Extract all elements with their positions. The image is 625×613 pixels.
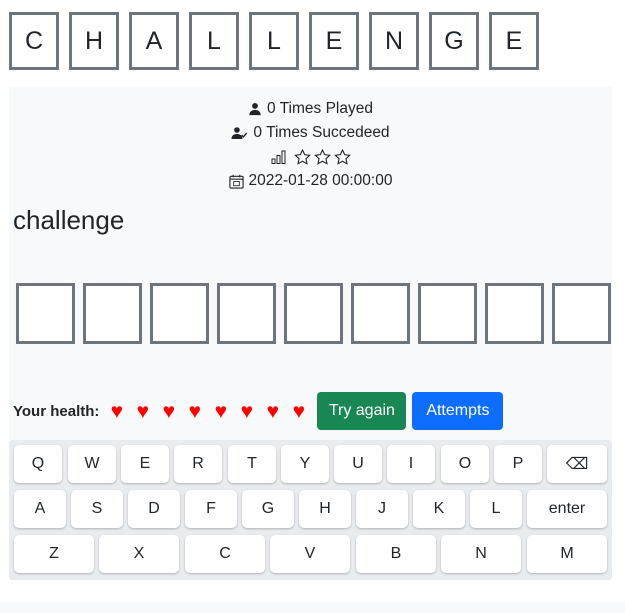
enter-key[interactable]: enter <box>527 490 607 528</box>
guess-slot <box>485 283 544 344</box>
health-row: Your health: ♥ ♥ ♥ ♥ ♥ ♥ ♥ ♥ Try again A… <box>13 392 504 430</box>
title-tile: L <box>249 12 299 70</box>
person-icon <box>248 102 262 116</box>
key-d[interactable]: D <box>128 490 180 528</box>
key-n[interactable]: N <box>441 535 521 573</box>
key-m[interactable]: M <box>527 535 607 573</box>
heart-icon: ♥ <box>292 399 306 423</box>
guess-slot <box>351 283 410 344</box>
guess-slot <box>552 283 611 344</box>
guess-slot <box>150 283 209 344</box>
attempts-button[interactable]: Attempts <box>412 392 504 430</box>
key-k[interactable]: K <box>413 490 465 528</box>
challenge-panel: 0 Times Played 0 Times Succedeed 2022-01… <box>9 87 612 440</box>
heart-icon: ♥ <box>240 399 254 423</box>
key-p[interactable]: P <box>494 445 542 483</box>
key-i[interactable]: I <box>387 445 435 483</box>
difficulty-stars <box>293 149 351 165</box>
difficulty-stat <box>271 145 351 169</box>
title-tiles: C H A L L E N G E <box>9 12 539 70</box>
key-o[interactable]: O <box>441 445 489 483</box>
key-t[interactable]: T <box>228 445 276 483</box>
key-l[interactable]: L <box>470 490 522 528</box>
key-q[interactable]: Q <box>14 445 62 483</box>
key-c[interactable]: C <box>185 535 265 573</box>
guess-slot <box>83 283 142 344</box>
times-played-text: 0 Times Played <box>267 100 373 117</box>
heart-icon: ♥ <box>110 399 124 423</box>
date-stat: 2022-01-28 00:00:00 <box>228 169 393 193</box>
heart-icon: ♥ <box>266 399 280 423</box>
guess-slot <box>217 283 276 344</box>
stats-block: 0 Times Played 0 Times Succedeed 2022-01… <box>9 97 612 193</box>
title-tile: L <box>189 12 239 70</box>
key-z[interactable]: Z <box>14 535 94 573</box>
key-f[interactable]: F <box>185 490 237 528</box>
key-b[interactable]: B <box>356 535 436 573</box>
person-check-icon <box>231 126 248 140</box>
heart-icon: ♥ <box>214 399 228 423</box>
on-screen-keyboard: Q W E R T Y U I O P ⌫ A S D F G H J K L … <box>9 440 612 580</box>
times-played-stat: 0 Times Played <box>248 97 373 121</box>
guess-slot <box>16 283 75 344</box>
key-a[interactable]: A <box>14 490 66 528</box>
key-h[interactable]: H <box>299 490 351 528</box>
key-r[interactable]: R <box>174 445 222 483</box>
key-e[interactable]: E <box>121 445 169 483</box>
guess-slot <box>284 283 343 344</box>
heart-icon: ♥ <box>136 399 150 423</box>
key-y[interactable]: Y <box>281 445 329 483</box>
footer-strip <box>0 602 625 613</box>
challenge-word: challenge <box>13 205 125 235</box>
key-j[interactable]: J <box>356 490 408 528</box>
calendar-icon <box>228 174 244 189</box>
key-s[interactable]: S <box>71 490 123 528</box>
title-tile: E <box>489 12 539 70</box>
star-icon <box>333 149 351 165</box>
times-succeeded-text: 0 Times Succedeed <box>253 124 390 141</box>
times-succeeded-stat: 0 Times Succedeed <box>231 121 390 145</box>
key-w[interactable]: W <box>68 445 116 483</box>
title-tile: C <box>9 12 59 70</box>
heart-icon: ♥ <box>188 399 202 423</box>
key-u[interactable]: U <box>334 445 382 483</box>
health-hearts: ♥ ♥ ♥ ♥ ♥ ♥ ♥ ♥ <box>107 401 308 422</box>
star-icon <box>293 149 311 165</box>
key-v[interactable]: V <box>270 535 350 573</box>
heart-icon: ♥ <box>162 399 176 423</box>
key-g[interactable]: G <box>242 490 294 528</box>
signal-bars-icon <box>271 150 287 164</box>
title-tile: G <box>429 12 479 70</box>
title-tile: N <box>369 12 419 70</box>
try-again-button[interactable]: Try again <box>317 392 407 430</box>
title-tile: E <box>309 12 359 70</box>
guess-row <box>16 283 611 344</box>
guess-slot <box>418 283 477 344</box>
backspace-key[interactable]: ⌫ <box>547 445 607 483</box>
date-text: 2022-01-28 00:00:00 <box>248 172 393 189</box>
key-x[interactable]: X <box>99 535 179 573</box>
health-label: Your health: <box>13 402 100 420</box>
star-icon <box>313 149 331 165</box>
title-tile: A <box>129 12 179 70</box>
title-tile: H <box>69 12 119 70</box>
